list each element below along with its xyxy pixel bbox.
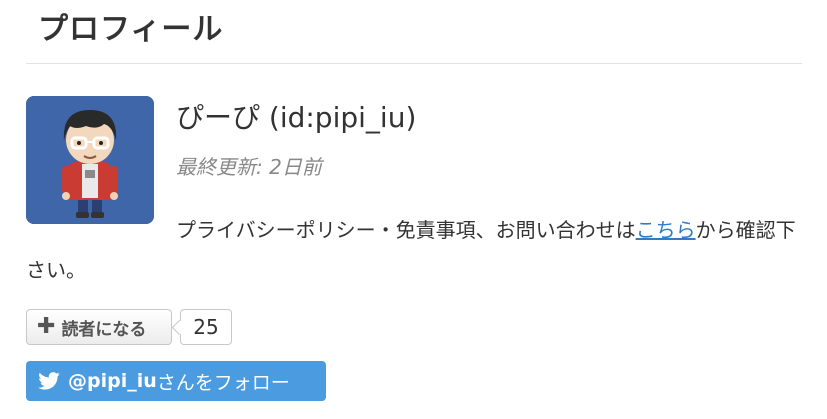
avatar-illustration	[26, 96, 154, 224]
subscribe-label: 読者になる	[61, 319, 147, 340]
plus-icon: ✚	[37, 314, 56, 339]
twitter-bird-icon	[38, 372, 60, 390]
profile-description: プライバシーポリシー・免責事項、お問い合わせはこちらから確認下さい。	[26, 210, 802, 290]
contact-link[interactable]: こちら	[636, 218, 696, 242]
avatar[interactable]	[26, 96, 154, 224]
last-updated: 最終更新: 2日前	[176, 152, 322, 182]
subscribe-button[interactable]: ✚ 読者になる	[26, 309, 172, 345]
twitter-follow-label: さんをフォロー	[156, 371, 290, 394]
description-text: プライバシーポリシー・免責事項、お問い合わせは	[176, 218, 636, 242]
title-divider	[26, 63, 802, 64]
module-title: プロフィール	[38, 12, 224, 47]
twitter-follow-button[interactable]: @pipi_iu さんをフォロー	[26, 361, 326, 401]
profile-name[interactable]: ぴーぴ (id:pipi_iu)	[176, 98, 416, 138]
last-updated-value: 2日前	[269, 155, 322, 179]
twitter-handle: @pipi_iu	[68, 370, 157, 392]
last-updated-label: 最終更新:	[176, 155, 263, 179]
subscriber-count: 25	[180, 309, 232, 345]
